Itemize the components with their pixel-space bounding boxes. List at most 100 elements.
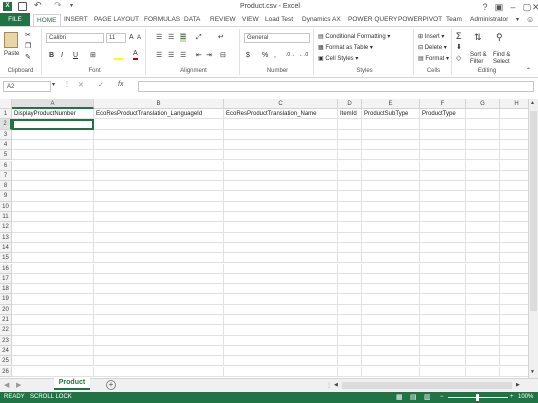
grid-cell[interactable] (466, 129, 500, 140)
row-header[interactable]: 20 (0, 304, 12, 315)
align-center-icon[interactable]: ☰ (168, 51, 174, 60)
grid-cell[interactable] (12, 253, 94, 264)
autosum-icon[interactable]: Σ (456, 32, 462, 41)
grid-cell[interactable] (466, 253, 500, 264)
row-header[interactable]: 10 (0, 201, 12, 212)
grid-cell[interactable] (466, 366, 500, 377)
grid-cell[interactable] (338, 284, 362, 295)
grid-cell[interactable] (420, 345, 466, 357)
grid-cell[interactable] (420, 170, 466, 182)
grid-cell[interactable] (500, 367, 528, 377)
grid-cell[interactable] (362, 150, 420, 161)
save-icon[interactable] (18, 2, 27, 11)
font-name-combo[interactable]: Calibri (46, 33, 104, 43)
grid-cell[interactable] (420, 232, 466, 243)
tab-view[interactable]: VIEW (242, 14, 259, 26)
grid-cell[interactable] (94, 181, 224, 192)
grid-cell[interactable] (420, 356, 466, 367)
tab-home[interactable]: HOME (33, 14, 61, 26)
grid-cell[interactable] (338, 366, 362, 377)
paste-icon[interactable] (4, 32, 18, 48)
insert-button[interactable]: ⊞ Insert ▾ (418, 33, 444, 40)
grid-cell[interactable] (466, 294, 500, 305)
grid-cell[interactable] (94, 273, 224, 285)
filter-label[interactable]: Filter (470, 59, 483, 65)
row-header[interactable]: 4 (0, 139, 12, 151)
row-header[interactable]: 12 (0, 222, 12, 233)
grid-cell[interactable] (466, 139, 500, 151)
row-header[interactable]: 25 (0, 356, 12, 367)
grid-cell[interactable] (224, 345, 338, 357)
grid-cell[interactable] (12, 315, 94, 326)
font-size-combo[interactable]: 11 (106, 33, 126, 43)
grid-cell[interactable] (94, 150, 224, 161)
qat-customize-icon[interactable]: ▾ (70, 2, 73, 9)
fill-icon[interactable]: ⬇ (456, 43, 462, 52)
grid-cell[interactable] (338, 273, 362, 285)
shrink-font-icon[interactable]: A (137, 34, 141, 43)
grid-cell[interactable] (338, 160, 362, 171)
grid-cell[interactable] (12, 232, 94, 243)
grid-cell[interactable] (338, 294, 362, 305)
cell-styles-button[interactable]: ▣ Cell Styles ▾ (318, 55, 358, 62)
grid-cell[interactable] (362, 294, 420, 305)
collapse-ribbon-icon[interactable]: ⌃ (526, 67, 531, 76)
grid-cell[interactable] (12, 191, 94, 202)
grid-cell[interactable] (12, 222, 94, 233)
grid-cell[interactable] (338, 170, 362, 182)
page-break-view-icon[interactable]: ▥ (424, 392, 431, 403)
grid-cell[interactable] (12, 170, 94, 182)
grid-cell[interactable] (12, 212, 94, 223)
grid-cell[interactable] (338, 325, 362, 336)
grid-cell[interactable] (94, 170, 224, 182)
grid-cell[interactable] (12, 160, 94, 171)
zoom-level[interactable]: 100% (518, 392, 533, 403)
format-as-table-button[interactable]: ▦ Format as Table ▾ (318, 44, 373, 51)
zoom-slider-thumb[interactable] (476, 394, 479, 401)
grid-cell[interactable] (500, 150, 528, 161)
grid-cell[interactable] (362, 335, 420, 346)
grid-cell[interactable] (224, 366, 338, 377)
tab-split-icon[interactable]: ⋮ (326, 382, 332, 389)
grid-cell[interactable] (224, 212, 338, 223)
grid-cell[interactable] (420, 284, 466, 295)
grid-cell[interactable] (12, 242, 94, 254)
row-header[interactable]: 21 (0, 315, 12, 326)
align-bottom-icon[interactable]: ☰ (180, 33, 187, 42)
borders-icon[interactable]: ⊞ (90, 51, 96, 60)
grid-cell[interactable] (94, 294, 224, 305)
grid-cell[interactable] (224, 181, 338, 192)
grid-cell[interactable] (420, 253, 466, 264)
grid-cell[interactable] (466, 181, 500, 192)
grid-cell[interactable] (94, 263, 224, 274)
grid-cell[interactable] (12, 335, 94, 346)
row-header[interactable]: 22 (0, 325, 12, 336)
grid-cell[interactable] (362, 263, 420, 274)
row-header[interactable]: 17 (0, 273, 12, 285)
grid-cell[interactable] (362, 356, 420, 367)
font-color-icon[interactable]: A (133, 50, 138, 60)
grid-cell[interactable] (338, 356, 362, 367)
grid-cell[interactable] (338, 129, 362, 140)
grid-cell[interactable] (12, 294, 94, 305)
grid-cell[interactable] (500, 305, 528, 315)
grid-cell[interactable] (12, 139, 94, 151)
grid-cell[interactable] (362, 304, 420, 315)
grid-cell[interactable] (338, 315, 362, 326)
row-header[interactable]: 6 (0, 160, 12, 171)
row-header[interactable]: 3 (0, 129, 12, 140)
grid-cell[interactable] (338, 263, 362, 274)
grid-cell[interactable] (466, 150, 500, 161)
grid-cell[interactable] (500, 346, 528, 357)
grid-cell[interactable] (12, 284, 94, 295)
active-cell[interactable] (12, 119, 94, 130)
column-header-a[interactable]: A (12, 99, 94, 109)
align-top-icon[interactable]: ☰ (156, 33, 162, 42)
hscroll-thumb[interactable] (342, 382, 512, 389)
grid-cell[interactable]: EcoResProductTranslation_LanguageId (94, 109, 224, 120)
grid-cell[interactable] (500, 336, 528, 346)
column-header-f[interactable]: F (420, 99, 466, 109)
zoom-out-icon[interactable]: − (440, 392, 444, 403)
grid-cell[interactable] (466, 232, 500, 243)
grid-cell[interactable] (362, 119, 420, 130)
